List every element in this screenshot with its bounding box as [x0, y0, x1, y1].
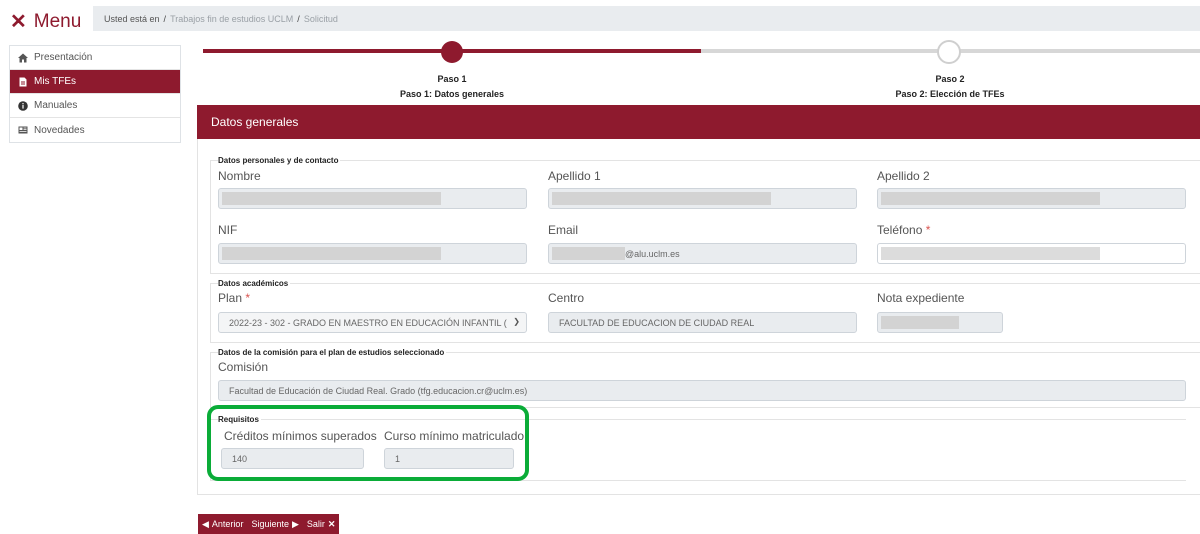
requirements-highlight: [207, 405, 529, 481]
apellido2-label: Apellido 2: [877, 169, 930, 183]
newspaper-icon: [18, 126, 28, 134]
plan-label: Plan *: [218, 291, 251, 305]
breadcrumb-prefix: Usted está en: [104, 13, 160, 24]
redacted-value: [552, 247, 625, 260]
email-label: Email: [548, 223, 579, 237]
redacted-value: [881, 192, 1100, 205]
step-1-indicator[interactable]: [441, 41, 463, 63]
caret-left-icon: ◀: [202, 518, 209, 529]
commission-legend: Datos de la comisión para el plan de est…: [218, 348, 447, 357]
redacted-value: [222, 247, 441, 260]
sidebar-item-novedades[interactable]: Novedades: [10, 118, 180, 142]
nota-label: Nota expediente: [877, 291, 965, 305]
breadcrumb: Usted está en / Trabajos fin de estudios…: [93, 6, 1200, 31]
breadcrumb-current: Solicitud: [303, 13, 338, 24]
next-button[interactable]: Siguiente ▶: [247, 514, 303, 534]
exit-label: Salir: [306, 519, 325, 529]
nombre-label: Nombre: [218, 169, 261, 183]
redacted-value: [222, 192, 441, 205]
redacted-value: [881, 247, 1100, 260]
sidebar-item-label: Mis TFEs: [34, 76, 77, 87]
nif-label: NIF: [218, 223, 238, 237]
document-icon: [19, 77, 27, 86]
apellido1-field[interactable]: [548, 188, 857, 209]
close-icon: ✕: [327, 518, 336, 529]
chevron-down-icon: ❯: [513, 317, 520, 326]
sidebar: Presentación Mis TFEs Manuales Novedades: [9, 45, 181, 143]
email-domain: @alu.uclm.es: [625, 249, 680, 259]
section-title: Datos generales: [211, 115, 299, 129]
email-field[interactable]: @alu.uclm.es: [548, 243, 857, 264]
sidebar-item-mis-tfes[interactable]: Mis TFEs: [10, 70, 180, 94]
telefono-field[interactable]: [877, 243, 1186, 264]
academic-legend: Datos académicos: [218, 279, 291, 288]
apellido2-field[interactable]: [877, 188, 1186, 209]
redacted-value: [552, 192, 771, 205]
previous-button[interactable]: ◀ Anterior: [198, 514, 248, 534]
caret-right-icon: ▶: [291, 518, 299, 529]
step-2-indicator[interactable]: [937, 40, 961, 64]
sidebar-item-label: Manuales: [34, 100, 78, 111]
redacted-value: [881, 316, 959, 329]
previous-label: Anterior: [211, 519, 244, 529]
section-header: Datos generales: [197, 105, 1200, 139]
menu-label: Menu: [33, 10, 82, 32]
centro-label: Centro: [548, 291, 585, 305]
step-1-title: Paso 1: Datos generales: [399, 89, 505, 99]
sidebar-item-manuales[interactable]: Manuales: [10, 94, 180, 118]
plan-value: 2022-23 - 302 - GRADO EN MAESTRO EN EDUC…: [229, 317, 507, 328]
apellido1-label: Apellido 1: [548, 169, 601, 183]
nota-field[interactable]: [877, 312, 1003, 333]
sidebar-item-presentacion[interactable]: Presentación: [10, 46, 180, 70]
plan-select[interactable]: 2022-23 - 302 - GRADO EN MAESTRO EN EDUC…: [218, 312, 527, 333]
sidebar-item-label: Presentación: [34, 52, 93, 63]
info-icon: [18, 100, 28, 111]
step-2-label: Paso 2: [935, 74, 965, 84]
menu-button[interactable]: ✕ Menu: [10, 9, 81, 34]
home-icon: [18, 53, 28, 62]
close-icon: ✕: [10, 11, 27, 33]
wizard-nav: ◀ Anterior Siguiente ▶ Salir ✕: [198, 514, 340, 534]
comision-field[interactable]: Facultad de Educación de Ciudad Real. Gr…: [218, 380, 1186, 401]
breadcrumb-separator: /: [163, 13, 167, 24]
nombre-field[interactable]: [218, 188, 527, 209]
step-2-title: Paso 2: Elección de TFEs: [895, 89, 1005, 99]
nif-field[interactable]: [218, 243, 527, 264]
stepper: Paso 1 Paso 1: Datos generales Paso 2 Pa…: [197, 38, 1200, 103]
step-1-label: Paso 1: [437, 74, 467, 84]
top-bar: ✕ Menu Usted está en / Trabajos fin de e…: [0, 0, 1200, 40]
telefono-label: Teléfono *: [877, 223, 931, 237]
breadcrumb-link-tfe[interactable]: Trabajos fin de estudios UCLM: [170, 14, 293, 24]
next-label: Siguiente: [251, 519, 289, 529]
comision-value: Facultad de Educación de Ciudad Real. Gr…: [229, 385, 528, 396]
breadcrumb-separator: /: [297, 13, 300, 24]
sidebar-item-label: Novedades: [34, 124, 85, 136]
centro-field[interactable]: FACULTAD DE EDUCACION DE CIUDAD REAL: [548, 312, 857, 333]
comision-label: Comisión: [218, 360, 269, 374]
exit-button[interactable]: Salir ✕: [302, 514, 340, 534]
centro-value: FACULTAD DE EDUCACION DE CIUDAD REAL: [559, 317, 755, 328]
personal-data-legend: Datos personales y de contacto: [218, 156, 341, 165]
